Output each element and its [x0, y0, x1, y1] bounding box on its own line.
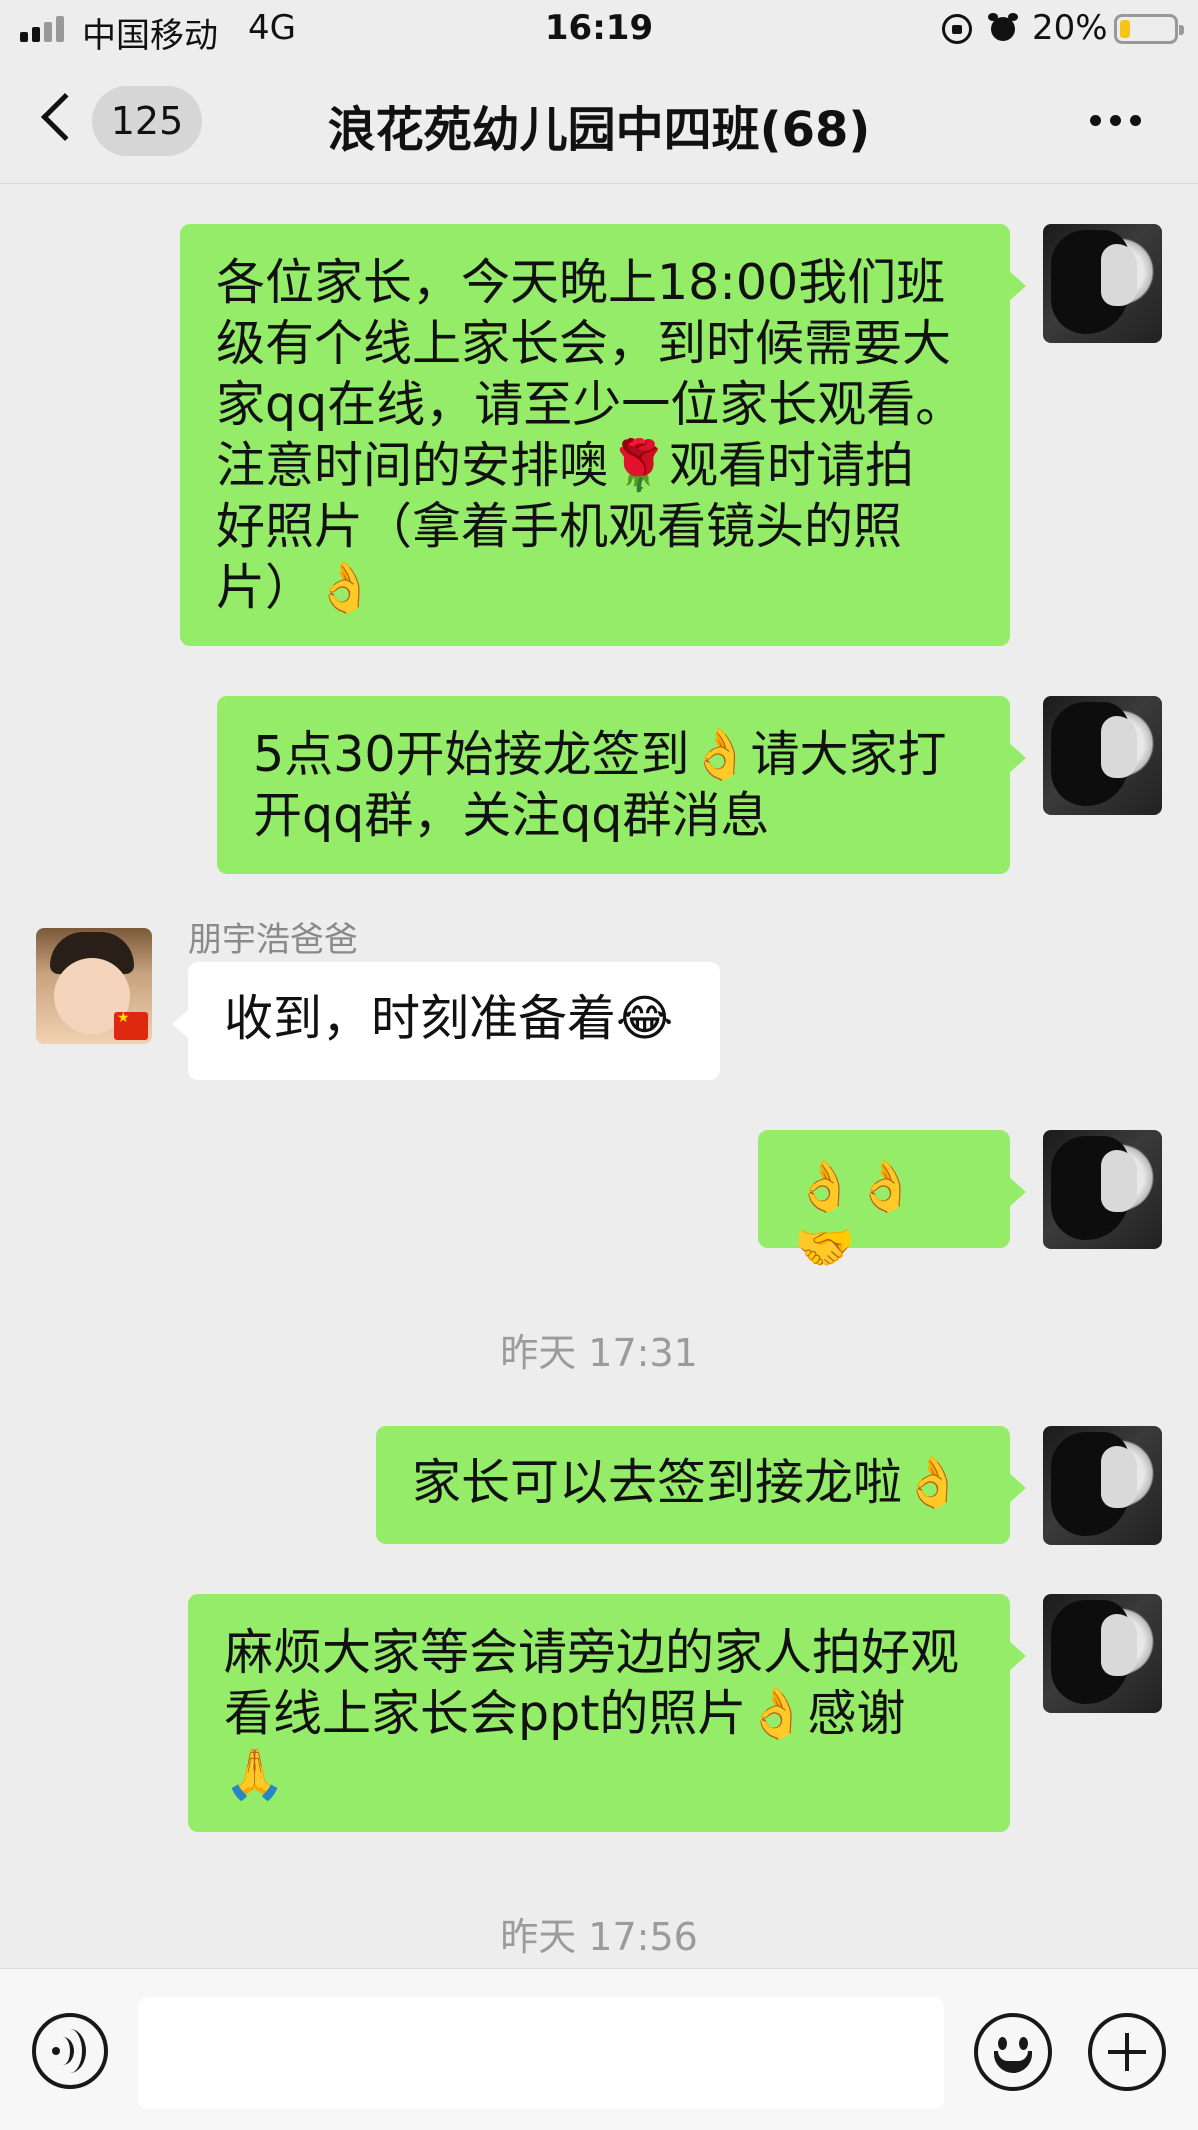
my-avatar[interactable] — [1043, 1594, 1162, 1713]
emoji-icon[interactable] — [974, 2013, 1052, 2091]
message-text: 5点30开始接龙签到👌请大家打 开qq群，关注qq群消息 — [253, 726, 947, 844]
message-text: 麻烦大家等会请旁边的家人拍好观 看线上家长会ppt的照片👌感谢 🙏 — [224, 1624, 960, 1803]
message-text: 👌👌🤝 — [794, 1158, 917, 1276]
message-text: 家长可以去签到接龙啦👌 — [412, 1454, 964, 1511]
message-text: 收到，时刻准备着😂 — [224, 990, 674, 1047]
message-text: 各位家长，今天晚上18:00我们班 级有个线上家长会，到时候需要大 家qq在线，… — [216, 254, 965, 616]
more-icon[interactable] — [1090, 115, 1141, 126]
my-avatar[interactable] — [1043, 1130, 1162, 1249]
voice-icon[interactable] — [32, 2013, 108, 2089]
battery-icon — [1114, 14, 1184, 44]
sender-name: 朋宇浩爸爸 — [188, 920, 358, 960]
timestamp: 昨天 17:31 — [500, 1331, 698, 1375]
my-avatar[interactable] — [1043, 696, 1162, 815]
message-bubble[interactable]: 👌👌🤝 — [758, 1130, 1026, 1276]
battery-fill — [1120, 20, 1130, 38]
alarm-icon — [988, 12, 1018, 44]
message-bubble[interactable]: 家长可以去签到接龙啦👌 — [376, 1426, 1026, 1544]
chat-header: 125 浪花苑幼儿园中四班(68) — [0, 60, 1198, 184]
timestamp: 昨天 17:56 — [500, 1915, 698, 1959]
message-bubble[interactable]: 5点30开始接龙签到👌请大家打 开qq群，关注qq群消息 — [217, 696, 1026, 874]
input-bar — [0, 1968, 1198, 2130]
message-bubble[interactable]: 麻烦大家等会请旁边的家人拍好观 看线上家长会ppt的照片👌感谢 🙏 — [188, 1594, 1026, 1832]
plus-icon[interactable] — [1088, 2013, 1166, 2091]
battery-percent: 20% — [1032, 8, 1108, 48]
china-flag-icon — [114, 1010, 148, 1040]
my-avatar[interactable] — [1043, 1426, 1162, 1545]
message-input[interactable] — [138, 1997, 944, 2109]
rotation-lock-icon — [942, 14, 972, 44]
my-avatar[interactable] — [1043, 224, 1162, 343]
message-bubble[interactable]: 各位家长，今天晚上18:00我们班 级有个线上家长会，到时候需要大 家qq在线，… — [180, 224, 1026, 646]
chat-title: 浪花苑幼儿园中四班(68) — [327, 102, 871, 158]
message-bubble[interactable]: 收到，时刻准备着😂 — [172, 962, 720, 1080]
status-time: 16:19 — [544, 8, 654, 48]
sender-avatar[interactable] — [36, 928, 152, 1044]
status-bar: 中国移动 4G 16:19 20% — [0, 0, 1198, 60]
